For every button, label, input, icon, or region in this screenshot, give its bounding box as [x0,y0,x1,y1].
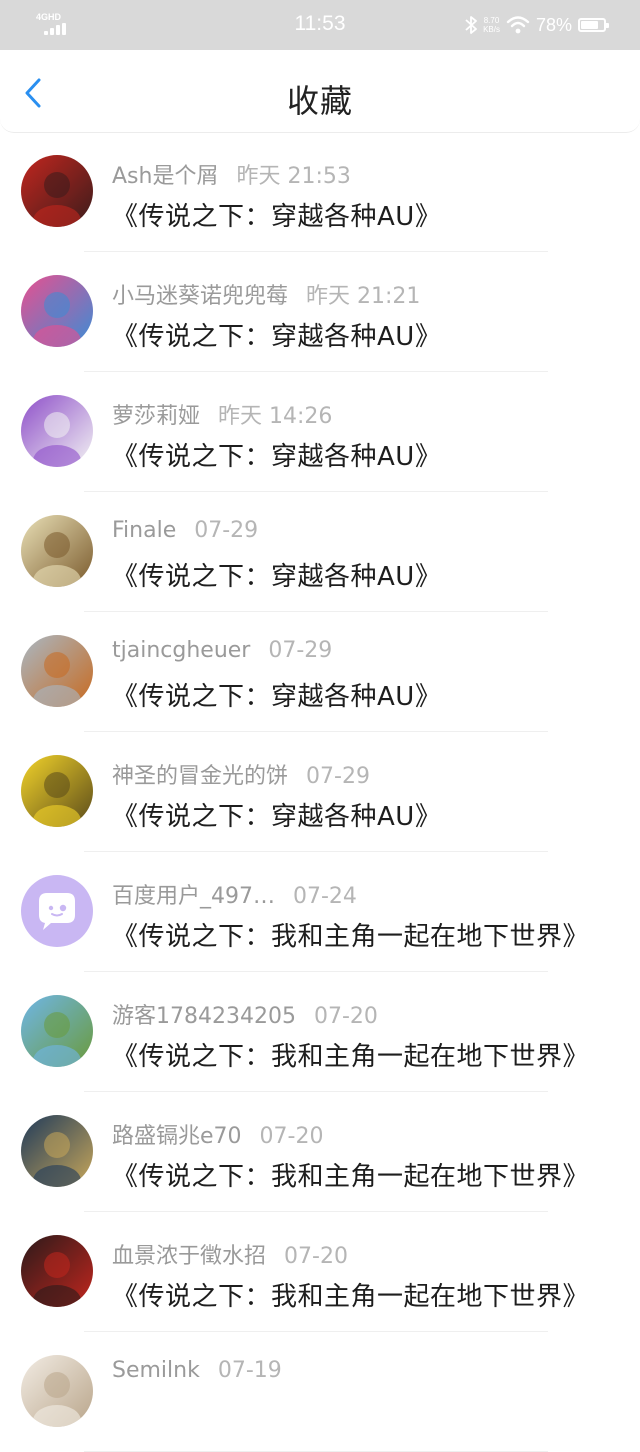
list-item[interactable]: 小马迷葵诺兜兜莓 昨天 21:21 《传说之下：穿越各种AU》 [0,252,640,372]
dark-portrait-avatar-icon [21,1235,93,1307]
list-item[interactable]: 路盛镉兆e70 07-20 《传说之下：我和主角一起在地下世界》 [0,1092,640,1212]
avatar[interactable] [21,155,93,227]
timestamp: 07-20 [259,1124,324,1149]
status-right: 8.70 KB/s 78% [465,12,609,38]
user-name[interactable]: 小马迷葵诺兜兜莓 [112,284,288,309]
list-item[interactable]: Semilnk 07-19 [0,1332,640,1452]
avatar[interactable] [21,755,93,827]
item-meta: Ash是个屑 昨天 21:53 [112,158,351,189]
timestamp: 07-19 [217,1358,282,1383]
book-title[interactable]: 《传说之下：我和主角一起在地下世界》 [112,916,589,953]
timestamp: 07-29 [306,764,370,789]
user-name[interactable]: Semilnk [112,1358,200,1383]
item-meta: 萝莎莉娅 昨天 14:26 [112,398,333,429]
avatar[interactable] [21,395,93,467]
avatar[interactable] [21,875,93,947]
tigers-avatar-icon [21,635,93,707]
timestamp: 07-29 [268,638,333,663]
user-name[interactable]: tjaincgheuer [112,638,250,663]
item-meta: 百度用户_497… 07-24 [112,878,357,909]
list-item[interactable]: 神圣的冒金光的饼 07-29 《传说之下：穿越各种AU》 [0,732,640,852]
item-meta: Semilnk 07-19 [112,1358,282,1388]
item-meta: 小马迷葵诺兜兜莓 昨天 21:21 [112,278,421,309]
book-title[interactable]: 《传说之下：穿越各种AU》 [112,796,441,833]
item-meta: 神圣的冒金光的饼 07-29 [112,758,370,789]
book-title[interactable]: 《传说之下：我和主角一起在地下世界》 [112,1276,589,1313]
user-name[interactable]: 神圣的冒金光的饼 [112,764,288,789]
user-name[interactable]: 血景浓于徵水招 [112,1244,266,1269]
book-title[interactable]: 《传说之下：穿越各种AU》 [112,436,441,473]
wifi-icon [506,16,530,34]
timestamp: 07-24 [293,884,357,909]
user-name[interactable]: 萝莎莉娅 [112,404,200,429]
avatar[interactable] [21,995,93,1067]
timestamp: 07-20 [284,1244,348,1269]
book-title[interactable]: 《传说之下：穿越各种AU》 [112,556,441,593]
white-goat-purple-cloak-avatar-icon [21,395,93,467]
timestamp: 昨天 14:26 [218,404,333,429]
timestamp: 07-29 [194,518,259,543]
user-name[interactable]: 路盛镉兆e70 [112,1124,242,1149]
item-meta: 游客1784234205 07-20 [112,998,378,1029]
avatar[interactable] [21,1355,93,1427]
list-item[interactable]: 游客1784234205 07-20 《传说之下：我和主角一起在地下世界》 [0,972,640,1092]
golden-sun-avatar-icon [21,755,93,827]
book-title[interactable]: 《传说之下：我和主角一起在地下世界》 [112,1036,589,1073]
user-name[interactable]: 游客1784234205 [112,1004,296,1029]
book-title[interactable]: 《传说之下：我和主角一起在地下世界》 [112,1156,589,1193]
book-title[interactable]: 《传说之下：穿越各种AU》 [112,196,441,233]
avatar[interactable] [21,1115,93,1187]
list-item[interactable]: 血景浓于徵水招 07-20 《传说之下：我和主角一起在地下世界》 [0,1212,640,1332]
list-item[interactable]: tjaincgheuer 07-29 《传说之下：穿越各种AU》 [0,612,640,732]
chat-bubble-icon [21,875,93,947]
list-item[interactable]: Ash是个屑 昨天 21:53 《传说之下：穿越各种AU》 [0,132,640,252]
item-meta: 血景浓于徵水招 07-20 [112,1238,348,1269]
avatar[interactable] [21,515,93,587]
user-name[interactable]: Ash是个屑 [112,164,218,189]
pony-group-avatar-icon [21,275,93,347]
battery-percent: 78% [535,14,572,35]
bluetooth-icon [465,16,477,34]
status-bar: 4GHD 11:53 8.70 KB/s 78% [0,0,640,50]
light-character-avatar-icon [21,1355,93,1427]
list-item[interactable]: Finale 07-29 《传说之下：穿越各种AU》 [0,492,640,612]
network-speed: 8.70 KB/s [483,16,500,34]
night-sky-avatar-icon [21,1115,93,1187]
user-name[interactable]: Finale [112,518,176,543]
item-meta: 路盛镉兆e70 07-20 [112,1118,324,1149]
list-item[interactable]: 百度用户_497… 07-24 《传说之下：我和主角一起在地下世界》 [0,852,640,972]
list-item[interactable]: 萝莎莉娅 昨天 14:26 《传说之下：穿越各种AU》 [0,372,640,492]
timestamp: 07-20 [313,1004,378,1029]
battery-icon [578,18,609,32]
anime-character-avatar-icon [21,515,93,587]
red-fox-character-avatar-icon [21,155,93,227]
timestamp: 昨天 21:21 [306,284,421,309]
book-title[interactable]: 《传说之下：穿越各种AU》 [112,316,441,353]
battery-level [581,21,599,29]
page-title: 收藏 [286,82,353,120]
item-meta: Finale 07-29 [112,518,258,548]
favorites-list: Ash是个屑 昨天 21:53 《传说之下：穿越各种AU》 小马迷葵诺兜兜莓 昨天 21… [0,132,640,1452]
timestamp: 昨天 21:53 [236,164,351,189]
nav-header: 收藏 [0,50,640,133]
book-title[interactable]: 《传说之下：穿越各种AU》 [112,676,441,713]
landscape-sky-avatar-icon [21,995,93,1067]
item-meta: tjaincgheuer 07-29 [112,638,332,668]
avatar[interactable] [21,275,93,347]
user-name[interactable]: 百度用户_497… [112,884,275,909]
avatar[interactable] [21,1235,93,1307]
avatar[interactable] [21,635,93,707]
